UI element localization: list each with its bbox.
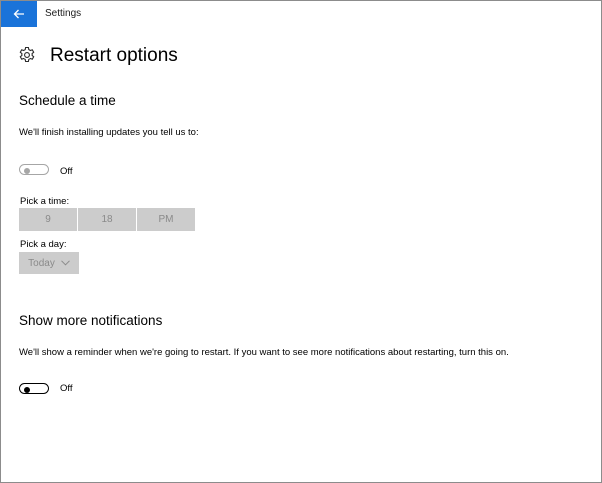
schedule-toggle-label: Off [60,166,73,177]
hour-field[interactable]: 9 [19,208,77,231]
notifications-heading: Show more notifications [19,313,163,328]
schedule-description: We'll finish installing updates you tell… [19,127,199,138]
pick-time-label: Pick a time: [20,196,70,207]
notifications-toggle-label: Off [60,383,73,394]
back-button[interactable] [1,1,37,27]
window-title: Settings [45,8,82,19]
schedule-toggle[interactable] [19,164,49,175]
time-picker[interactable]: 9 18 PM [19,208,195,231]
minute-field[interactable]: 18 [77,208,136,231]
day-dropdown[interactable]: Today [19,252,79,274]
notifications-description: We'll show a reminder when we're going t… [19,347,509,358]
back-arrow-icon [13,9,24,19]
schedule-heading: Schedule a time [19,93,116,108]
notifications-toggle[interactable] [19,383,49,394]
chevron-down-icon [60,260,70,266]
toggle-knob [24,386,30,393]
title-bar: Settings [1,1,601,27]
pick-day-label: Pick a day: [20,239,67,250]
toggle-knob [24,167,30,174]
page-title: Restart options [50,45,178,66]
gear-icon [19,46,35,63]
settings-window: Settings Restart options Schedule a time… [0,0,602,483]
period-field[interactable]: PM [136,208,195,231]
day-value: Today [28,257,55,269]
